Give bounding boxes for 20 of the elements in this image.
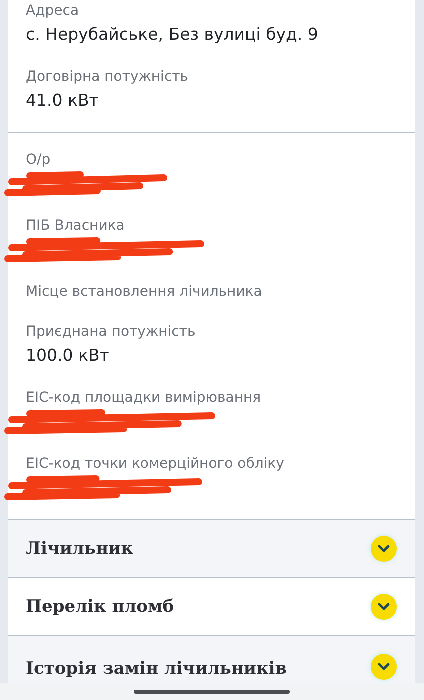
accordion-title: Історія замін лічильників [26,658,288,680]
field-label: Договірна потужність [26,68,190,87]
field-label: ПІБ Власника [26,217,126,236]
field-label: Адреса [26,2,80,21]
chevron-down-icon[interactable] [371,594,397,620]
accordion-header[interactable]: Лічильник [8,520,415,578]
accordion-header[interactable]: Історія замін лічильників [8,636,415,683]
field-value: 100.0 кВт [26,345,110,367]
accordion-title: Перелік пломб [26,596,174,618]
accordion-title: Лічильник [26,538,134,560]
chevron-down-icon[interactable] [371,654,397,680]
home-indicator[interactable] [134,690,290,694]
field-value: 41.0 кВт [26,90,100,112]
field-label: ЕІС-код площадки вимірювання [26,389,262,408]
field-label: Приєднана потужність [26,323,197,342]
field-label: Місце встановлення лічильника [26,283,264,302]
field-label: О/р [26,151,52,170]
chevron-down-icon[interactable] [371,536,397,562]
field-value: с. Нерубайське, Без вулиці буд. 9 [26,24,320,46]
field-label: ЕІС-код точки комерційного обліку [26,455,286,474]
